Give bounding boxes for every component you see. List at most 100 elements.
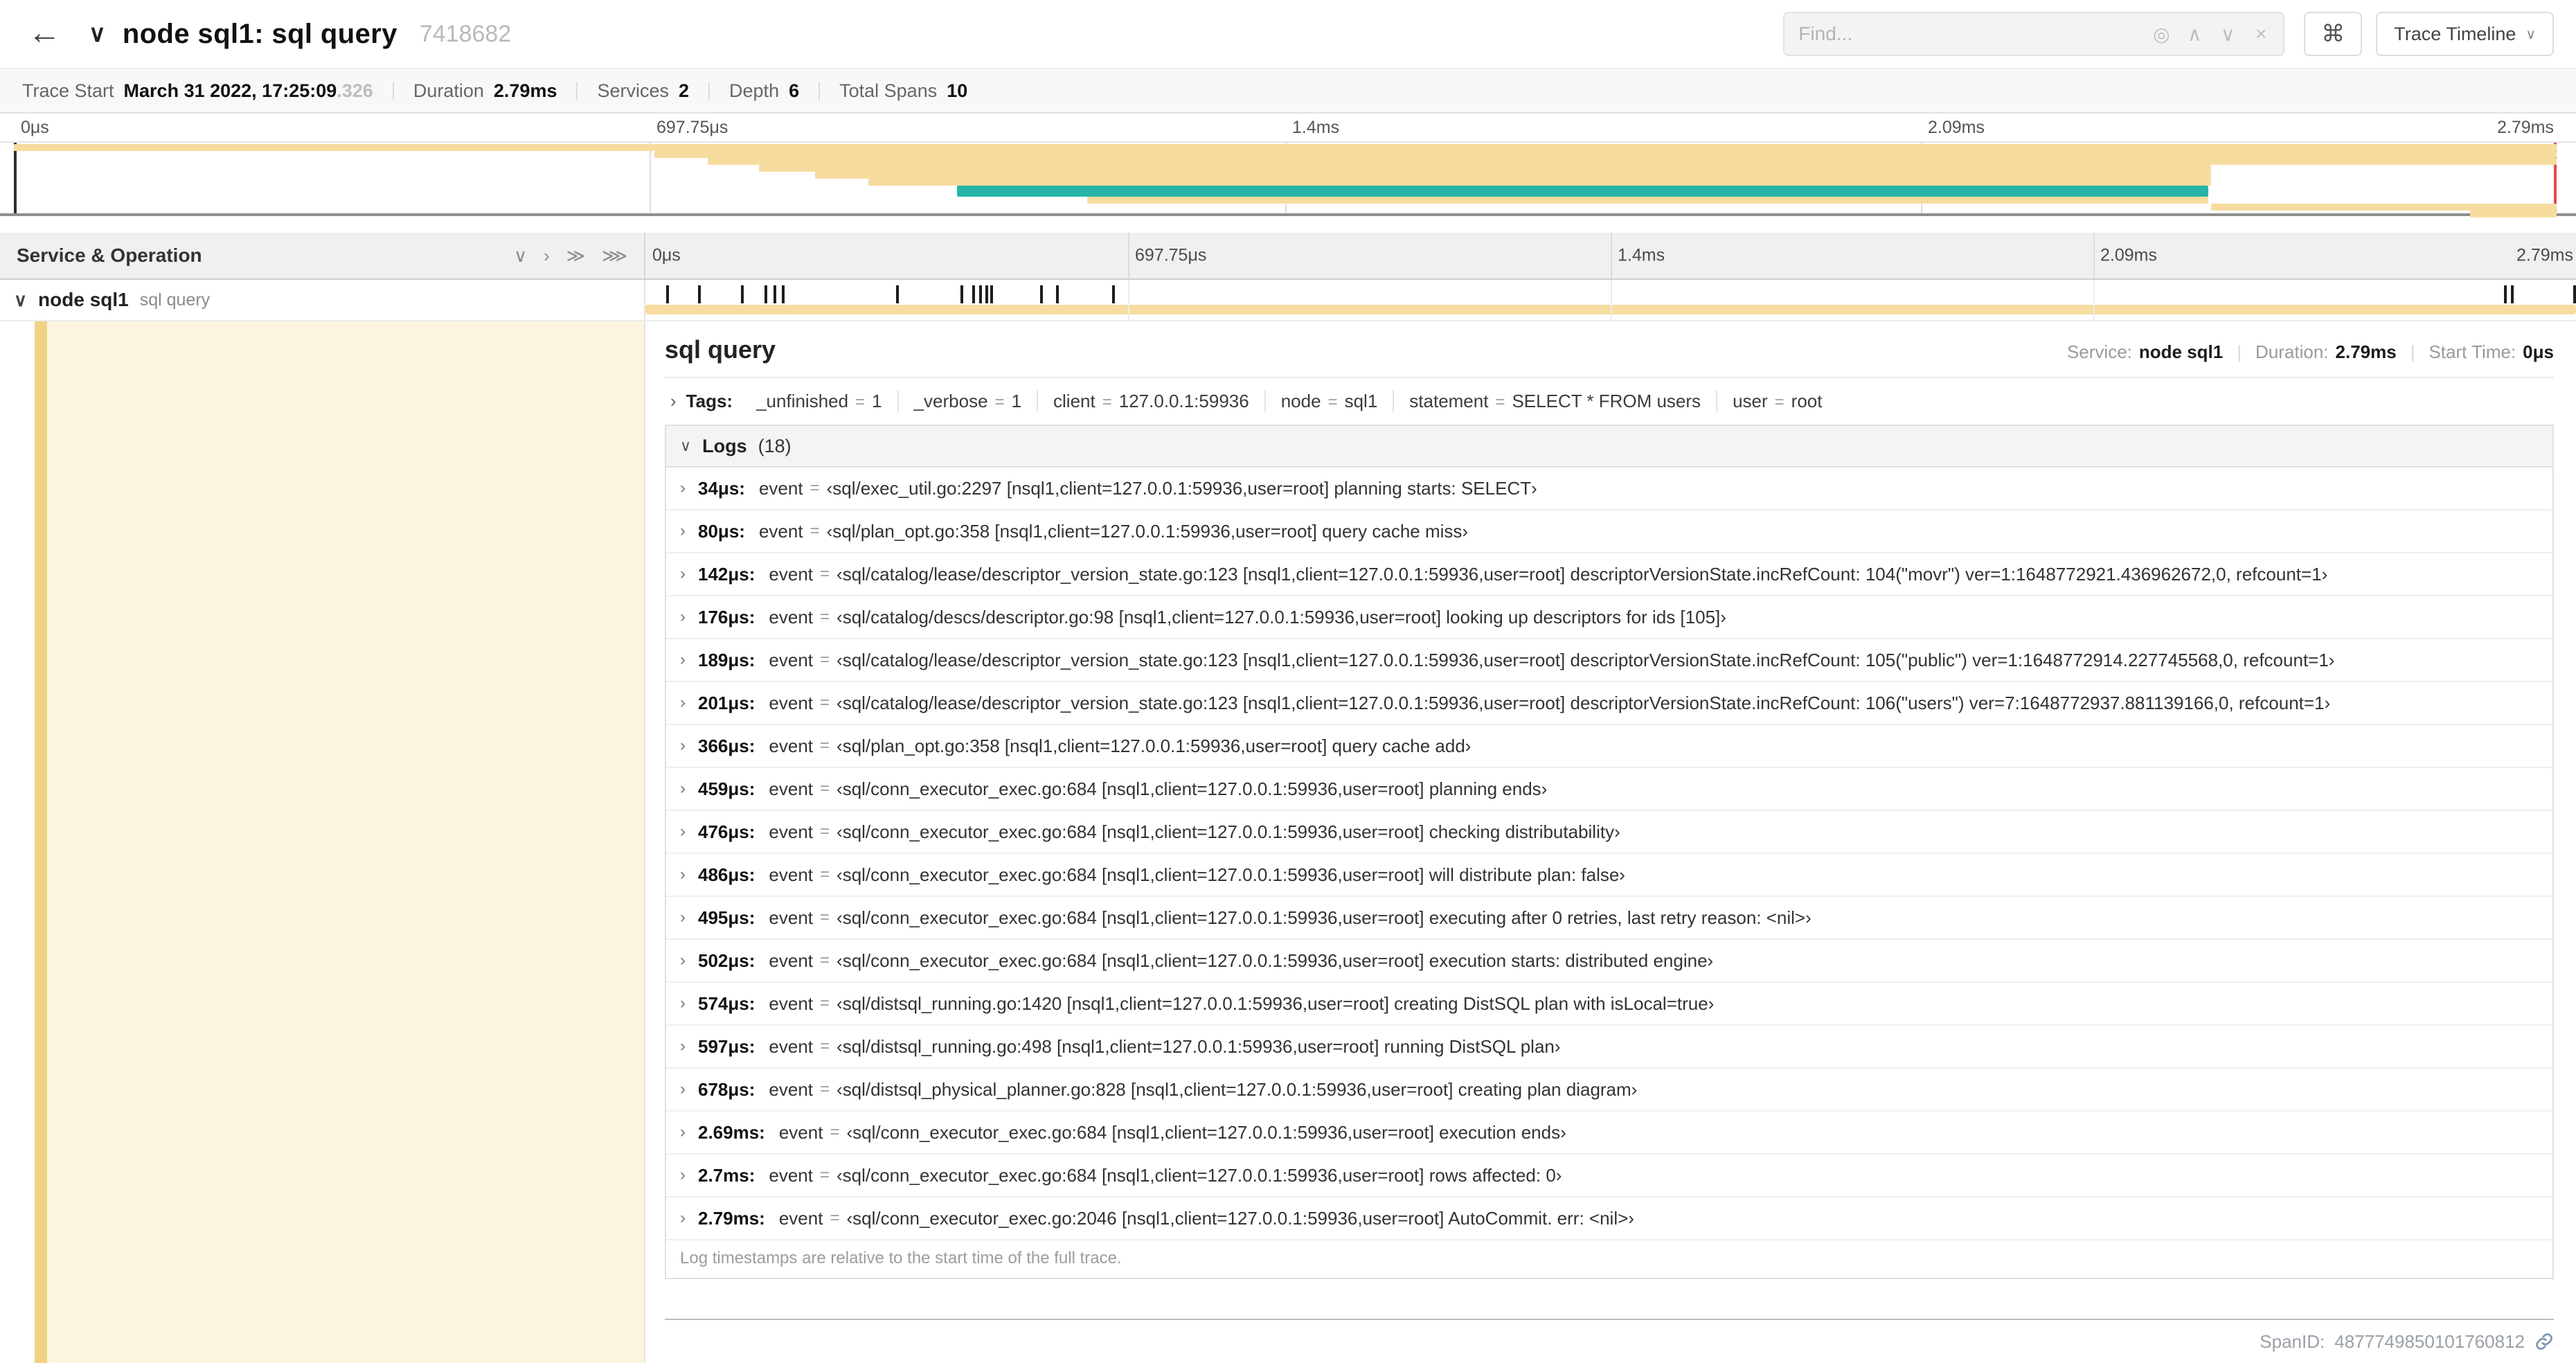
log-timestamp: 597μs: (698, 1035, 755, 1057)
log-timestamp: 201μs: (698, 692, 755, 713)
log-row[interactable]: › 142μs: event = ‹sql/catalog/lease/descript… (666, 553, 2552, 596)
find-input[interactable] (1798, 15, 2145, 53)
log-marker-tick (781, 285, 785, 303)
log-timestamp: 189μs: (698, 649, 755, 670)
log-timestamp: 176μs: (698, 606, 755, 627)
meta-separator: | (2410, 341, 2415, 362)
logs-note: Log timestamps are relative to the start… (680, 1249, 1122, 1267)
next-match-chevron-down-icon[interactable]: ∨ (2211, 23, 2244, 46)
trace-stat-suffix: .326 (337, 80, 373, 101)
logs-label: Logs (702, 435, 747, 456)
log-row[interactable]: › 366μs: event = ‹sql/plan_opt.go:358 [nsql1… (666, 725, 2552, 768)
log-row[interactable]: › 2.69ms: event = ‹sql/conn_executor_exec.go… (666, 1112, 2552, 1155)
log-row[interactable]: › 502μs: event = ‹sql/conn_executor_exec.go:… (666, 940, 2552, 983)
chevron-right-icon: › (680, 693, 686, 712)
log-row[interactable]: › 2.79ms: event = ‹sql/conn_executor_exec.go… (666, 1197, 2552, 1240)
log-row[interactable]: › 495μs: event = ‹sql/conn_executor_exec.go:… (666, 897, 2552, 940)
span-detail-panel: sql query Service: node sql1 | Duration:… (645, 321, 2576, 1363)
log-equals: = (810, 479, 820, 497)
span-tree-toggle-icon[interactable]: ∨ (14, 289, 27, 311)
gridline (1128, 233, 1129, 278)
service-label: Service: (2066, 341, 2132, 362)
log-row[interactable]: › 189μs: event = ‹sql/catalog/lease/descript… (666, 639, 2552, 682)
log-row[interactable]: › 34μs: event = ‹sql/exec_util.go:2297 [nsql… (666, 467, 2552, 510)
log-timestamp: 574μs: (698, 992, 755, 1014)
tags-row[interactable]: › Tags: _unfinished = 1 _verbose = 1 client = 12… (665, 378, 2554, 425)
log-timestamp: 495μs: (698, 907, 755, 928)
timeline-minimap[interactable]: 0μs 697.75μs 1.4ms 2.09ms 2.79ms (0, 114, 2576, 217)
trace-title-chevron-icon[interactable]: ∨ (86, 20, 109, 48)
log-marker-tick (985, 285, 988, 303)
log-row[interactable]: › 80μs: event = ‹sql/plan_opt.go:358 [nsql1,… (666, 510, 2552, 553)
chevron-right-icon: › (680, 822, 686, 841)
log-row[interactable]: › 678μs: event = ‹sql/distsql_physical_plann… (666, 1069, 2552, 1112)
log-message: ‹sql/conn_executor_exec.go:684 [nsql1,cl… (837, 1164, 1562, 1186)
minimap-span-bar (868, 179, 2211, 186)
span-row: ∨ node sql1 sql query (0, 280, 2576, 321)
tags-label: Tags: (686, 391, 733, 411)
log-marker-tick (1055, 285, 1059, 303)
ruler-tick-label: 0μs (652, 245, 681, 265)
back-button[interactable]: ← (22, 14, 72, 55)
log-field-key: event (769, 950, 814, 971)
log-marker-tick (895, 285, 899, 303)
log-row[interactable]: › 176μs: event = ‹sql/catalog/descs/descript… (666, 596, 2552, 639)
log-timestamp: 366μs: (698, 735, 755, 756)
expand-all-triple-chevron-icon[interactable]: ⋙ (602, 245, 627, 267)
link-icon[interactable] (2534, 1332, 2554, 1351)
chevron-right-icon: › (680, 736, 686, 755)
expand-one-chevron-right-icon[interactable]: › (544, 245, 550, 267)
log-marker-tick (2504, 285, 2507, 303)
minimap-span-bar (758, 165, 2211, 172)
start-time-label: Start Time: (2429, 341, 2516, 362)
minimap-left-handle[interactable] (14, 143, 17, 213)
log-row[interactable]: › 574μs: event = ‹sql/distsql_running.go:142… (666, 983, 2552, 1026)
log-row[interactable]: › 2.7ms: event = ‹sql/conn_executor_exec.go:… (666, 1155, 2552, 1197)
tag-equals: = (855, 393, 866, 411)
tag-equals: = (1495, 393, 1505, 411)
tag-key: client (1053, 391, 1095, 411)
tag-key: _unfinished (756, 391, 849, 411)
log-row[interactable]: › 201μs: event = ‹sql/catalog/lease/descript… (666, 682, 2552, 725)
prev-match-chevron-up-icon[interactable]: ∧ (2178, 23, 2211, 46)
collapse-all-double-chevron-icon[interactable]: ≫ (566, 245, 585, 267)
chevron-right-icon: › (680, 908, 686, 927)
span-row-track[interactable] (645, 280, 2576, 320)
log-field-key: event (758, 477, 803, 499)
log-row[interactable]: › 476μs: event = ‹sql/conn_executor_exec.go:… (666, 811, 2552, 854)
command-icon: ⌘ (2321, 21, 2345, 47)
log-field-key: event (769, 735, 814, 756)
log-field-key: event (769, 1164, 813, 1186)
search-locate-icon[interactable]: ◎ (2145, 23, 2178, 46)
start-time-value: 0μs (2523, 341, 2554, 362)
log-marker-tick (1039, 285, 1043, 303)
trace-view-dropdown[interactable]: Trace Timeline ∨ (2376, 12, 2554, 56)
logs-header[interactable]: ∨ Logs (18) (666, 426, 2552, 467)
clear-search-close-icon[interactable]: × (2244, 23, 2278, 45)
span-detail-title: sql query (665, 335, 776, 364)
minimap-span-bar (814, 172, 2211, 179)
timeline-header: Service & Operation ∨ › ≫ ⋙ 0μs 697.75μs 1… (0, 233, 2576, 280)
logs-count: (18) (758, 435, 791, 456)
log-timestamp: 486μs: (698, 864, 755, 885)
tag-value: 127.0.0.1:59936 (1118, 391, 1249, 411)
keyboard-shortcuts-button[interactable]: ⌘ (2304, 12, 2363, 56)
page-title: node sql1: sql query (122, 18, 397, 49)
log-marker-tick (1111, 285, 1115, 303)
minimap-span-bar (654, 151, 2557, 158)
log-equals: = (820, 822, 830, 841)
log-row[interactable]: › 459μs: event = ‹sql/conn_executor_exec.go:… (666, 768, 2552, 811)
log-row[interactable]: › 597μs: event = ‹sql/distsql_running.go:498… (666, 1026, 2552, 1069)
log-message: ‹sql/conn_executor_exec.go:684 [nsql1,cl… (846, 1121, 1566, 1143)
log-row[interactable]: › 486μs: event = ‹sql/conn_executor_exec.go:… (666, 854, 2552, 897)
tag-equals: = (1327, 393, 1338, 411)
span-row-name-cell[interactable]: ∨ node sql1 sql query (0, 280, 645, 320)
trace-stat-value: 2.79ms (493, 80, 557, 101)
log-marker-tick (960, 285, 963, 303)
collapse-one-chevron-down-icon[interactable]: ∨ (514, 245, 527, 267)
minimap-canvas[interactable] (0, 141, 2576, 217)
find-group: ◎ ∧ ∨ × (1783, 12, 2285, 56)
tag-equals: = (1102, 393, 1112, 411)
span-id: 4877749850101760812 (2334, 1330, 2525, 1352)
gutter-spacer (0, 321, 35, 1363)
